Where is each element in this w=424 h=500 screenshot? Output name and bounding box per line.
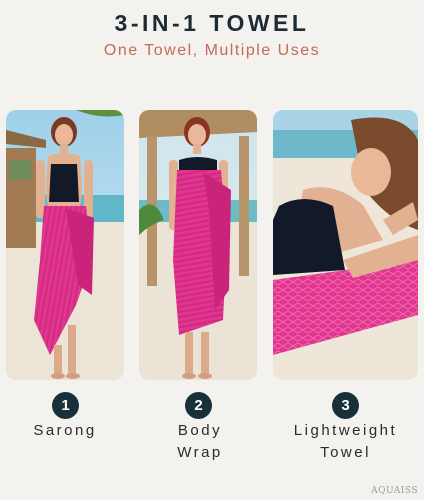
sarong-label: Sarong [6,420,124,442]
sarong-label-line1: Sarong [33,422,97,439]
page-title: 3-IN-1 TOWEL [114,10,310,36]
lightweight-towel-label-line1: Lightweight [293,422,398,439]
lightweight-towel-photo [273,110,418,380]
body-wrap-label-line2: Wrap [177,444,223,461]
brand-watermark: AQUAISS [371,486,418,496]
page-subtitle: One Towel, Multiple Uses [103,42,321,59]
step-1-badge: 1 [52,392,79,419]
step-3-badge: 3 [332,392,359,419]
sarong-photo [6,110,124,380]
lightweight-towel-label: Lightweight Towel [268,420,423,464]
body-wrap-label-line1: Body [177,422,223,439]
body-wrap-photo [139,110,257,380]
step-2-badge: 2 [185,392,212,419]
lightweight-towel-label-line2: Towel [320,444,371,461]
body-wrap-label: Body Wrap [139,420,261,464]
